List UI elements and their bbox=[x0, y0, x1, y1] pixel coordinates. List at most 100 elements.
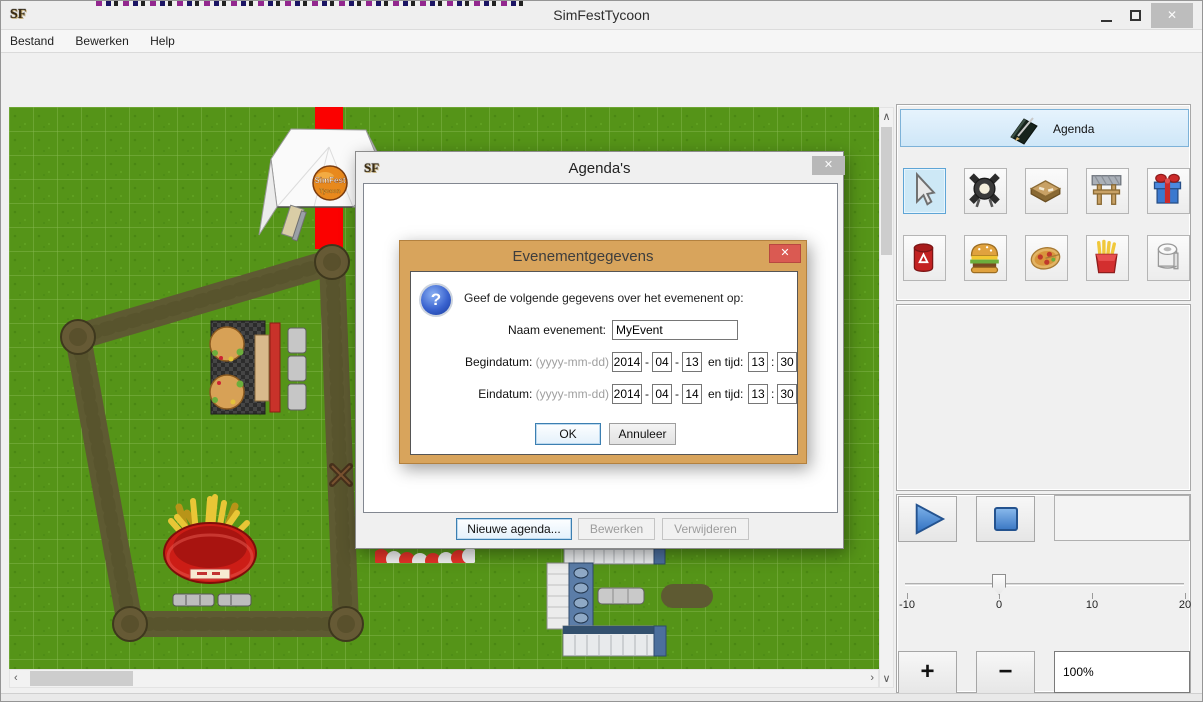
time-label: en tijd: bbox=[708, 384, 743, 404]
tick-label: 20 bbox=[1179, 599, 1191, 611]
stop-button[interactable] bbox=[976, 496, 1035, 542]
tick-label: -10 bbox=[899, 599, 915, 611]
tool-fries[interactable] bbox=[1086, 235, 1129, 281]
toilet-paper-icon bbox=[1148, 236, 1187, 278]
end-label: Eindatum: bbox=[478, 387, 532, 401]
agenda-button[interactable]: Agenda bbox=[900, 109, 1189, 147]
stage-icon bbox=[1087, 169, 1126, 211]
menu-help[interactable]: Help bbox=[141, 30, 184, 48]
minimize-button[interactable] bbox=[1101, 20, 1112, 22]
info-panel bbox=[896, 304, 1191, 491]
scroll-down-icon[interactable]: ∨ bbox=[880, 672, 893, 685]
tent-logo-text: SimFest bbox=[314, 176, 345, 185]
play-icon bbox=[909, 502, 947, 536]
date-separator: - bbox=[675, 352, 679, 372]
app-window: SF SimFestTycoon ✕ Bestand Bewerken Help bbox=[0, 0, 1203, 702]
date-separator: - bbox=[645, 352, 649, 372]
begin-hour-input[interactable] bbox=[748, 352, 768, 372]
tool-gift[interactable] bbox=[1147, 168, 1190, 214]
cancel-button[interactable]: Annuleer bbox=[609, 423, 676, 445]
tool-path-tile[interactable] bbox=[1025, 168, 1068, 214]
tools-panel: Agenda bbox=[896, 104, 1191, 301]
begin-year-input[interactable] bbox=[612, 352, 642, 372]
time-separator: : bbox=[771, 352, 774, 372]
tool-cursor[interactable] bbox=[903, 168, 946, 214]
time-label: en tijd: bbox=[708, 352, 743, 372]
end-label-group: Eindatum: (yyyy-mm-dd) bbox=[411, 384, 609, 404]
vertical-scrollbar[interactable]: ∧ ∨ bbox=[879, 107, 894, 688]
question-icon: ? bbox=[421, 285, 451, 315]
pizza-icon bbox=[1026, 236, 1065, 278]
play-button[interactable] bbox=[898, 496, 957, 542]
vertical-scrollbar-thumb[interactable] bbox=[881, 127, 892, 255]
agendas-close-button[interactable]: ✕ bbox=[812, 156, 845, 175]
menu-bewerken[interactable]: Bewerken bbox=[66, 30, 137, 48]
new-agenda-button[interactable]: Nieuwe agenda... bbox=[456, 518, 572, 540]
bench[interactable] bbox=[288, 328, 306, 410]
begin-label: Begindatum: bbox=[465, 355, 532, 369]
controls-panel: -10 0 10 20 + − bbox=[896, 494, 1191, 693]
begin-minute-input[interactable] bbox=[777, 352, 797, 372]
end-month-input[interactable] bbox=[652, 384, 672, 404]
menu-bar: Bestand Bewerken Help bbox=[1, 30, 1202, 53]
zoom-in-button[interactable]: + bbox=[898, 651, 957, 695]
event-prompt: Geef de volgende gegevens over het eveme… bbox=[464, 291, 794, 305]
bench[interactable] bbox=[598, 588, 644, 604]
scroll-up-icon[interactable]: ∧ bbox=[880, 110, 893, 123]
status-bar bbox=[1, 693, 1202, 702]
end-year-input[interactable] bbox=[612, 384, 642, 404]
end-minute-input[interactable] bbox=[777, 384, 797, 404]
tool-toilet-paper[interactable] bbox=[1147, 235, 1190, 281]
scroll-right-icon[interactable]: › bbox=[870, 672, 874, 684]
tool-trash-can[interactable] bbox=[903, 235, 946, 281]
toolbar bbox=[1, 53, 1202, 107]
scroll-left-icon[interactable]: ‹ bbox=[14, 672, 18, 684]
tool-spotlight[interactable] bbox=[964, 168, 1007, 214]
trash-can-icon bbox=[904, 236, 943, 278]
event-name-input[interactable] bbox=[612, 320, 738, 340]
begin-month-input[interactable] bbox=[652, 352, 672, 372]
path-tile-icon bbox=[1026, 169, 1065, 211]
horizontal-scrollbar-thumb[interactable] bbox=[30, 671, 133, 686]
end-hour-input[interactable] bbox=[748, 384, 768, 404]
bench[interactable] bbox=[173, 594, 251, 606]
speed-slider-track[interactable] bbox=[905, 583, 1184, 586]
tool-burger[interactable] bbox=[964, 235, 1007, 281]
date-separator: - bbox=[645, 384, 649, 404]
begin-day-input[interactable] bbox=[682, 352, 702, 372]
tent-logo-text2: Tycoon bbox=[320, 189, 341, 195]
speed-slider-thumb[interactable] bbox=[992, 574, 1006, 595]
agenda-button-label: Agenda bbox=[1053, 122, 1094, 136]
zoom-level-field[interactable] bbox=[1054, 651, 1190, 693]
close-button[interactable]: ✕ bbox=[1151, 3, 1193, 28]
end-day-input[interactable] bbox=[682, 384, 702, 404]
delete-agenda-button[interactable]: Verwijderen bbox=[662, 518, 749, 540]
event-dialog: Evenementgegevens ✕ ? Geef de volgende g… bbox=[399, 240, 807, 464]
maximize-button[interactable] bbox=[1130, 10, 1141, 21]
horizontal-scrollbar[interactable]: ‹ › bbox=[9, 669, 879, 688]
tick-label: 10 bbox=[1086, 599, 1098, 611]
render-artifact bbox=[96, 1, 526, 6]
burger-stand[interactable] bbox=[210, 321, 280, 414]
zoom-out-button[interactable]: − bbox=[976, 651, 1035, 695]
event-close-button[interactable]: ✕ bbox=[769, 244, 801, 263]
tool-stage[interactable] bbox=[1086, 168, 1129, 214]
date-separator: - bbox=[675, 384, 679, 404]
window-title: SimFestTycoon bbox=[1, 7, 1202, 23]
status-box bbox=[1054, 495, 1190, 541]
edit-agenda-button[interactable]: Bewerken bbox=[578, 518, 655, 540]
fries-icon bbox=[1087, 236, 1126, 278]
date-format-hint: (yyyy-mm-dd) bbox=[536, 387, 609, 401]
event-form: ? Geef de volgende gegevens over het eve… bbox=[410, 271, 798, 455]
spotlight-icon bbox=[965, 169, 1004, 211]
gift-icon bbox=[1148, 169, 1187, 211]
tool-pizza[interactable] bbox=[1025, 235, 1068, 281]
menu-bestand[interactable]: Bestand bbox=[1, 30, 63, 48]
begin-label-group: Begindatum: (yyyy-mm-dd) bbox=[411, 352, 609, 372]
event-dialog-title: Evenementgegevens bbox=[400, 248, 766, 265]
ok-button[interactable]: OK bbox=[535, 423, 601, 445]
burger-icon bbox=[965, 236, 1004, 278]
agendas-dialog: SF Agenda's ✕ Nieuwe agenda... Bewerken … bbox=[355, 151, 844, 549]
cursor-icon bbox=[904, 169, 943, 211]
title-bar: SF SimFestTycoon ✕ bbox=[1, 1, 1202, 30]
